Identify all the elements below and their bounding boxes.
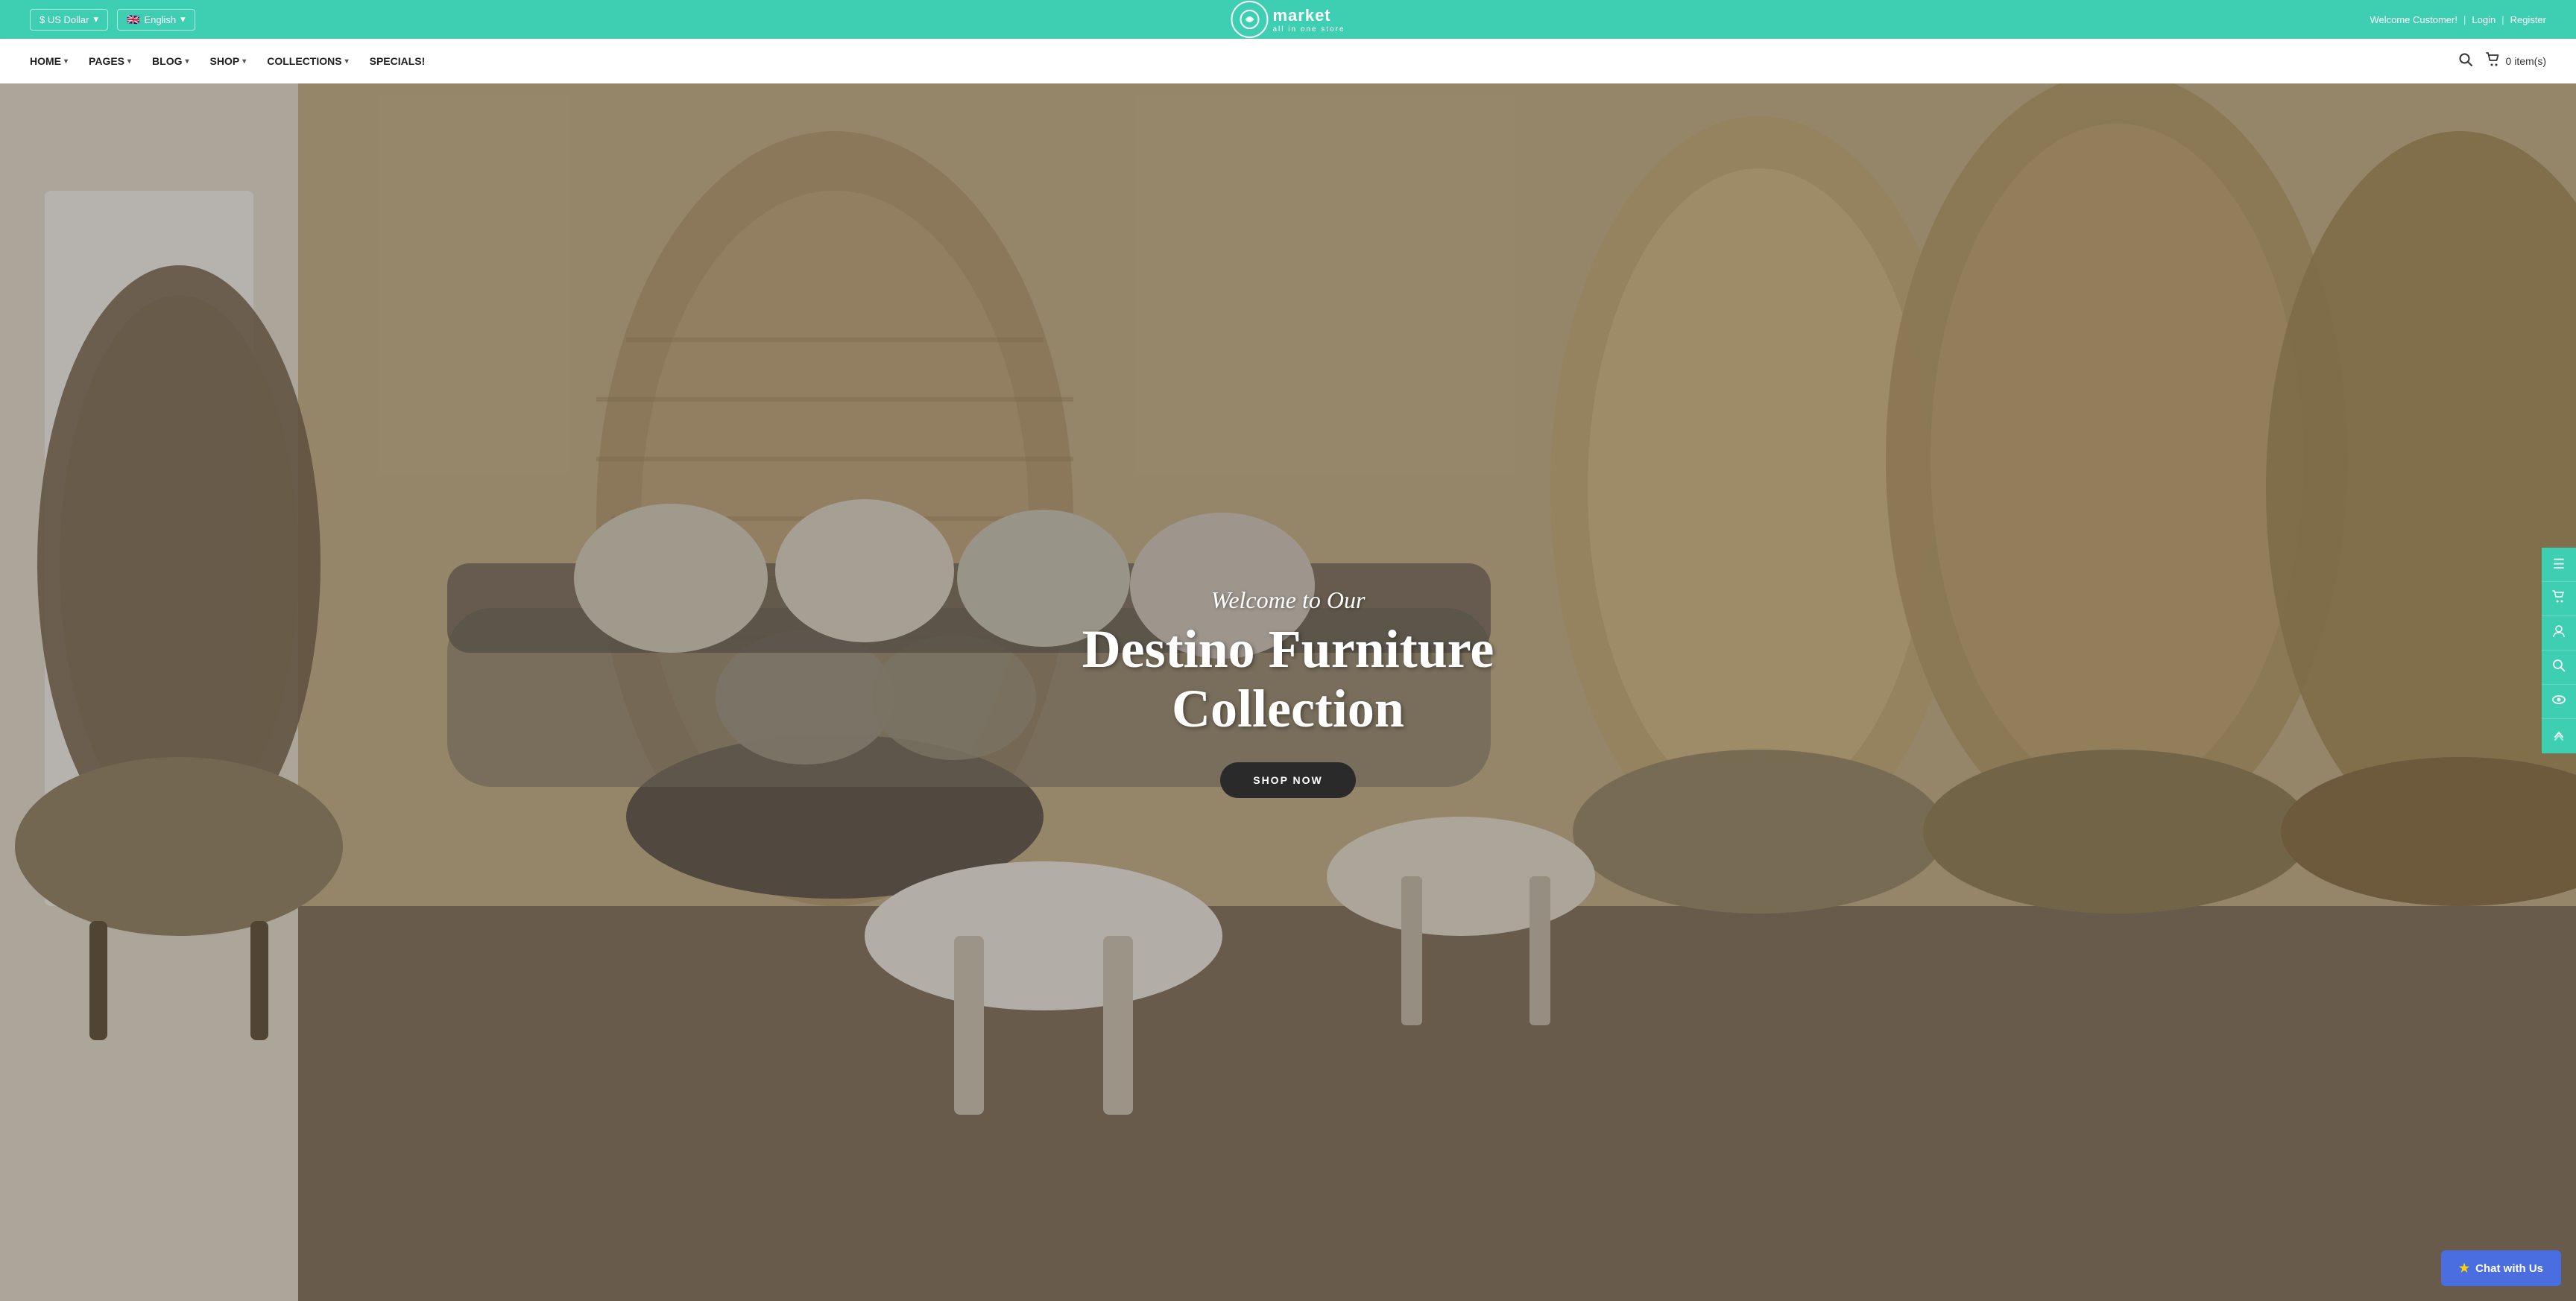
top-bar-left: $ US Dollar ▾ 🇬🇧 English ▾ — [30, 9, 195, 31]
nav-home-label: HOME — [30, 55, 61, 67]
nav-blog-label: BLOG — [152, 55, 182, 67]
nav-right: 0 item(s) — [2458, 51, 2546, 72]
side-eye-icon — [2551, 692, 2566, 711]
currency-selector[interactable]: $ US Dollar ▾ — [30, 9, 108, 31]
cart-count: 0 item(s) — [2506, 55, 2546, 67]
cart-button[interactable]: 0 item(s) — [2485, 51, 2546, 72]
hero-title: Destino Furniture Collection — [1082, 620, 1494, 738]
nav-item-pages[interactable]: PAGES ▾ — [89, 55, 131, 67]
side-menu-button[interactable]: ☰ — [2542, 548, 2576, 582]
side-cart-button[interactable] — [2542, 582, 2576, 616]
nav-specials-label: SPECIALS! — [370, 55, 426, 67]
home-chevron: ▾ — [64, 57, 68, 66]
language-selector[interactable]: 🇬🇧 English ▾ — [117, 9, 195, 31]
nav-item-home[interactable]: HOME ▾ — [30, 55, 68, 67]
nav-pages-label: PAGES — [89, 55, 124, 67]
nav-shop-label: SHOP — [210, 55, 240, 67]
side-user-icon — [2551, 624, 2566, 642]
collections-chevron: ▾ — [345, 57, 349, 66]
top-bar: $ US Dollar ▾ 🇬🇧 English ▾ market all in… — [0, 0, 2576, 39]
login-link[interactable]: Login — [2472, 14, 2496, 25]
hero-text-area: Welcome to Our Destino Furniture Collect… — [0, 83, 2576, 1301]
shop-chevron: ▾ — [242, 57, 246, 66]
side-user-button[interactable] — [2542, 616, 2576, 650]
shop-now-button[interactable]: SHOP NOW — [1220, 762, 1356, 798]
flag-icon: 🇬🇧 — [127, 13, 139, 26]
side-scroll-top-button[interactable] — [2542, 719, 2576, 753]
currency-arrow: ▾ — [93, 13, 98, 25]
welcome-text: Welcome Customer! — [2370, 14, 2457, 25]
side-icons: ☰ — [2542, 548, 2576, 753]
chat-star-icon: ★ — [2459, 1261, 2469, 1276]
logo-tagline: all in one store — [1272, 25, 1345, 34]
currency-label: $ US Dollar — [40, 14, 89, 25]
nav-item-collections[interactable]: COLLECTIONS ▾ — [267, 55, 348, 67]
register-link[interactable]: Register — [2510, 14, 2546, 25]
side-search-button[interactable] — [2542, 650, 2576, 685]
nav-links: HOME ▾ PAGES ▾ BLOG ▾ SHOP ▾ COLLECTIONS — [30, 55, 425, 67]
side-search-icon — [2551, 658, 2566, 677]
chat-widget[interactable]: ★ Chat with Us — [2441, 1250, 2561, 1286]
logo-name: market — [1272, 6, 1345, 25]
cart-icon — [2485, 51, 2501, 72]
nav-item-specials[interactable]: SPECIALS! — [370, 55, 426, 67]
logo[interactable]: market all in one store — [1231, 1, 1345, 38]
side-menu-icon: ☰ — [2553, 557, 2565, 572]
blog-chevron: ▾ — [186, 57, 189, 66]
side-arrow-up-icon — [2551, 727, 2566, 746]
nav-item-blog[interactable]: BLOG ▾ — [152, 55, 189, 67]
nav-bar: HOME ▾ PAGES ▾ BLOG ▾ SHOP ▾ COLLECTIONS — [0, 39, 2576, 83]
language-label: English — [144, 14, 176, 25]
pages-chevron: ▾ — [127, 57, 131, 66]
side-eye-button[interactable] — [2542, 685, 2576, 719]
nav-item-shop[interactable]: SHOP ▾ — [210, 55, 247, 67]
hero-section: Welcome to Our Destino Furniture Collect… — [0, 83, 2576, 1301]
nav-collections-label: COLLECTIONS — [267, 55, 341, 67]
search-button[interactable] — [2458, 52, 2473, 71]
chat-label: Chat with Us — [2475, 1262, 2543, 1275]
logo-icon — [1231, 1, 1268, 38]
side-cart-icon — [2551, 589, 2566, 608]
top-bar-right: Welcome Customer! | Login | Register — [2370, 14, 2546, 25]
language-arrow: ▾ — [180, 13, 186, 25]
hero-subtitle: Welcome to Our — [1211, 586, 1366, 614]
